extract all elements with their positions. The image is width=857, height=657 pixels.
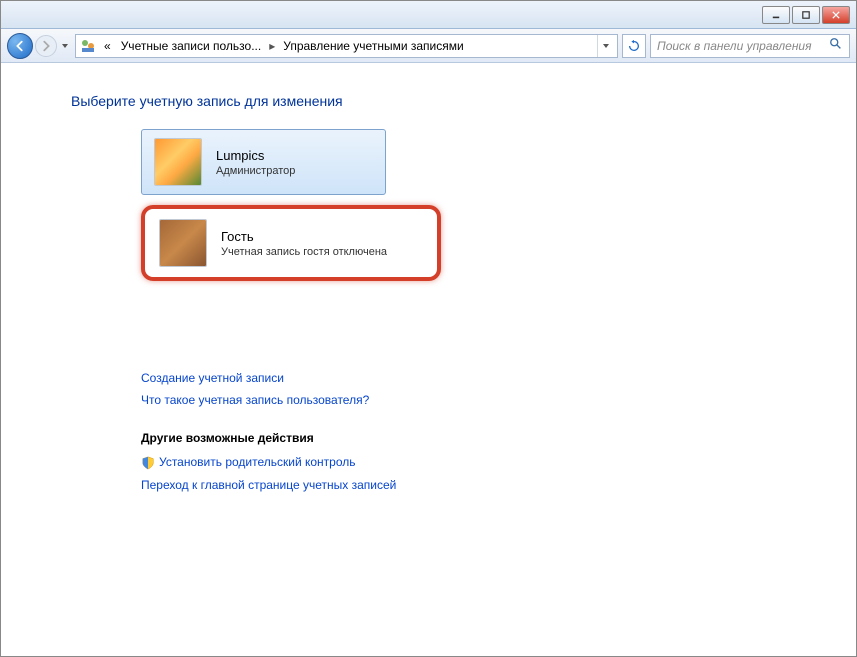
user-accounts-icon (80, 38, 96, 54)
page-title: Выберите учетную запись для изменения (71, 93, 816, 109)
account-card-guest[interactable]: Гость Учетная запись гостя отключена (141, 205, 441, 281)
account-card-lumpics[interactable]: Lumpics Администратор (141, 129, 386, 195)
parental-control-link[interactable]: Установить родительский контроль (141, 455, 816, 470)
breadcrumb-prefix[interactable]: « (100, 37, 115, 55)
goto-main-link[interactable]: Переход к главной странице учетных запис… (141, 478, 816, 492)
titlebar (1, 1, 856, 29)
links-section: Создание учетной записи Что такое учетна… (141, 371, 816, 492)
chevron-right-icon: ▸ (267, 39, 277, 53)
account-role: Учетная запись гостя отключена (221, 246, 387, 258)
navigation-bar: « Учетные записи пользо... ▸ Управление … (1, 29, 856, 63)
search-icon (829, 37, 843, 54)
breadcrumb-item-1[interactable]: Учетные записи пользо... (117, 37, 266, 55)
suitcase-icon (160, 220, 206, 266)
close-button[interactable] (822, 6, 850, 24)
avatar (159, 219, 207, 267)
account-name: Lumpics (216, 148, 295, 163)
control-panel-window: « Учетные записи пользо... ▸ Управление … (0, 0, 857, 657)
address-bar[interactable]: « Учетные записи пользо... ▸ Управление … (75, 34, 618, 58)
refresh-button[interactable] (622, 34, 646, 58)
content-area: Выберите учетную запись для изменения Lu… (1, 63, 856, 520)
account-list: Lumpics Администратор Гость Учетная запи… (141, 129, 816, 281)
breadcrumb: « Учетные записи пользо... ▸ Управление … (100, 37, 593, 55)
minimize-button[interactable] (762, 6, 790, 24)
account-name: Гость (221, 229, 387, 244)
back-button[interactable] (7, 33, 33, 59)
window-controls (762, 6, 850, 24)
parental-control-label: Установить родительский контроль (159, 455, 356, 469)
avatar (154, 138, 202, 186)
maximize-button[interactable] (792, 6, 820, 24)
forward-button[interactable] (35, 35, 57, 57)
search-input[interactable] (657, 39, 843, 53)
search-box[interactable] (650, 34, 850, 58)
what-is-account-link[interactable]: Что такое учетная запись пользователя? (141, 393, 816, 407)
address-dropdown[interactable] (597, 35, 613, 57)
breadcrumb-item-2[interactable]: Управление учетными записями (279, 37, 467, 55)
shield-icon (141, 456, 155, 470)
account-role: Администратор (216, 165, 295, 177)
history-dropdown[interactable] (59, 36, 71, 56)
other-actions-heading: Другие возможные действия (141, 431, 816, 445)
create-account-link[interactable]: Создание учетной записи (141, 371, 816, 385)
flower-icon (155, 139, 201, 185)
